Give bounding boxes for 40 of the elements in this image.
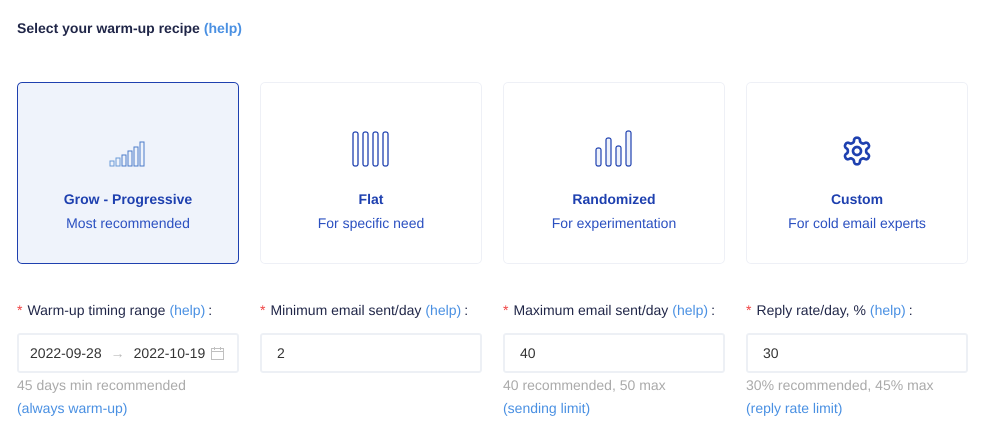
recipe-title: Grow - Progressive bbox=[64, 190, 192, 209]
required-mark: * bbox=[17, 301, 22, 320]
bar-chart-icon bbox=[595, 130, 633, 167]
hint-text: 30% recommended, 45% max (reply rate limit) bbox=[746, 376, 935, 418]
section-title: Select your warm-up recipe bbox=[17, 19, 200, 38]
colon: : bbox=[711, 301, 715, 320]
hint-text: 40 recommended, 50 max (sending limit) bbox=[503, 376, 667, 418]
end-date: 2022-10-19 bbox=[134, 344, 206, 362]
calendar-icon bbox=[211, 346, 224, 360]
required-mark: * bbox=[260, 301, 266, 320]
recipe-subtitle: For specific need bbox=[318, 214, 424, 233]
bar-chart-icon bbox=[352, 131, 390, 167]
date-range-field[interactable]: 2022-09-28 → 2022-10-19 bbox=[17, 333, 239, 373]
recipe-subtitle: Most recommended bbox=[66, 214, 190, 233]
recipe-title: Flat bbox=[358, 190, 384, 209]
number-field[interactable]: 40 bbox=[503, 333, 725, 373]
colon: : bbox=[208, 301, 212, 320]
recipe-subtitle: For cold email experts bbox=[788, 214, 926, 233]
recipe-title: Custom bbox=[830, 190, 884, 209]
settings-icon bbox=[841, 135, 873, 167]
field-label: Warm-up timing range bbox=[27, 301, 166, 320]
recipe-card[interactable]: Custom For cold email experts bbox=[746, 82, 968, 264]
hint-text: 45 days min recommended (always warm-up) bbox=[17, 376, 187, 418]
colon: : bbox=[908, 301, 913, 320]
required-mark: * bbox=[503, 301, 508, 320]
number-field[interactable]: 2 bbox=[260, 333, 482, 373]
field-label: Reply rate/day, % bbox=[756, 301, 866, 320]
colon: : bbox=[464, 301, 468, 320]
number-field[interactable]: 30 bbox=[746, 333, 968, 373]
start-date: 2022-09-28 bbox=[30, 344, 102, 362]
recipe-subtitle: For experimentation bbox=[552, 214, 676, 233]
recipe-card[interactable]: Flat For specific need bbox=[260, 82, 482, 264]
field-label: Maximum email sent/day bbox=[513, 301, 668, 320]
recipe-title: Randomized bbox=[572, 190, 656, 209]
required-mark: * bbox=[746, 301, 752, 320]
bar-chart-icon bbox=[109, 141, 147, 167]
range-separator: → bbox=[110, 344, 125, 362]
recipe-card[interactable]: Randomized For experimentation bbox=[503, 82, 725, 264]
field-label: Minimum email sent/day bbox=[270, 301, 422, 320]
recipe-card[interactable]: Grow - Progressive Most recommended bbox=[17, 82, 239, 264]
